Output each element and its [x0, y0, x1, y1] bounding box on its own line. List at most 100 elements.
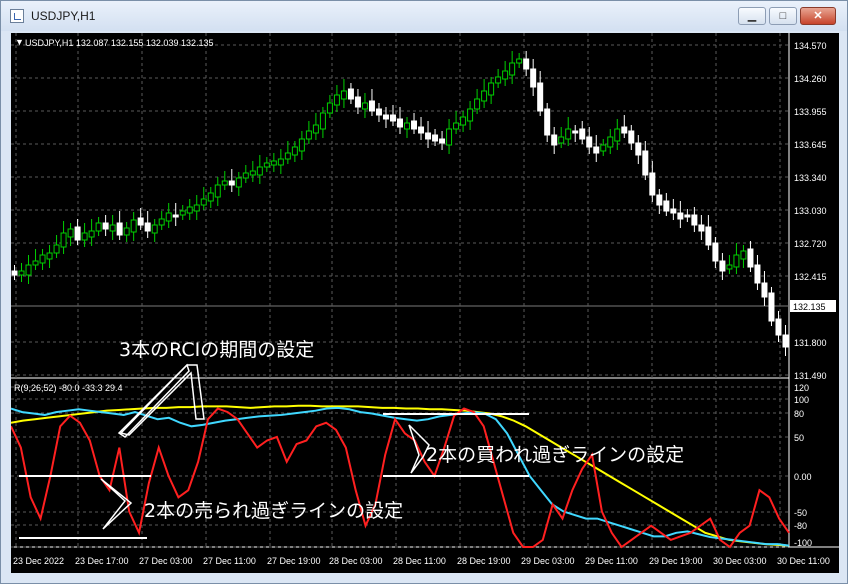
candle [705, 226, 712, 246]
candle [46, 252, 53, 260]
candle [565, 128, 572, 140]
indicator-tick-label: 50 [794, 433, 804, 443]
candle [432, 134, 439, 142]
candle [235, 177, 242, 188]
maximize-button[interactable]: □ [769, 7, 797, 25]
candle [186, 206, 193, 214]
candle [67, 228, 74, 238]
chart-window: USDJPY,H1 ▁ □ ✕ 134.570 134.260 133.955 133… [0, 0, 848, 584]
candle [474, 98, 481, 110]
candle [144, 222, 151, 232]
candle [368, 100, 375, 112]
candle [656, 194, 663, 206]
arrow-periods-left [117, 363, 190, 438]
candle [137, 217, 144, 226]
candle [425, 132, 432, 140]
candle [228, 180, 235, 186]
candle [467, 108, 474, 122]
indicator-tick-label: 120 [794, 383, 809, 393]
time-tick-label: 23 Dec 2022 [13, 556, 64, 566]
candle [340, 90, 347, 100]
candle [11, 270, 18, 276]
time-tick-label: 27 Dec 03:00 [139, 556, 193, 566]
minimize-button[interactable]: ▁ [738, 7, 766, 25]
indicator-tick-label: 80 [794, 409, 804, 419]
candle [39, 254, 46, 264]
chart-window-icon [10, 9, 24, 23]
candle [88, 230, 95, 238]
candle [663, 200, 670, 212]
time-tick-label: 23 Dec 17:00 [75, 556, 129, 566]
candle [446, 128, 453, 146]
time-tick-label: 29 Dec 03:00 [521, 556, 575, 566]
candle [284, 152, 291, 160]
arrow-oversold [100, 478, 133, 530]
candle [95, 222, 102, 232]
quick-menu-icon[interactable]: ▼ [15, 37, 24, 47]
candle [607, 136, 614, 148]
candle [761, 282, 768, 298]
candle [726, 264, 733, 270]
time-tick-label: 28 Dec 19:00 [457, 556, 511, 566]
candle [102, 222, 109, 230]
candle [256, 166, 263, 176]
chart-canvas[interactable]: 134.570 134.260 133.955 133.645 133.340 133.0… [10, 33, 839, 573]
candle [32, 260, 39, 266]
price-tick-label: 133.030 [794, 206, 827, 216]
price-tick-label: 134.570 [794, 41, 827, 51]
candle [263, 162, 270, 168]
candle [649, 172, 656, 196]
candle [375, 108, 382, 116]
candle [81, 232, 88, 241]
candle [768, 292, 775, 322]
annotation-overbought-lines: 2本の買われ過ぎラインの設定 [426, 444, 685, 466]
candle [326, 102, 333, 114]
candle [305, 130, 312, 140]
time-tick-label: 29 Dec 19:00 [649, 556, 703, 566]
candle [312, 124, 319, 134]
candle [733, 254, 740, 268]
candle [382, 114, 389, 120]
candle [277, 158, 284, 166]
indicator-tick-label: -50 [794, 508, 807, 518]
candle [586, 136, 593, 148]
candle [200, 198, 207, 206]
chart-area[interactable]: 134.570 134.260 133.955 133.645 133.340 133.0… [10, 33, 839, 573]
indicator-tick-label: -80 [794, 521, 807, 531]
candle [151, 224, 158, 234]
candle [411, 120, 418, 130]
indicator-info: R(9,26,52) -80.0 -33.3 29.4 [14, 383, 123, 393]
candle [361, 102, 368, 110]
time-tick-label: 30 Dec 03:00 [713, 556, 767, 566]
candle [214, 184, 221, 198]
candle [60, 232, 67, 248]
candle [389, 114, 396, 122]
candle [572, 130, 579, 134]
close-button[interactable]: ✕ [800, 7, 836, 25]
rci-short-line [10, 407, 790, 549]
candle [614, 128, 621, 142]
price-tick-label: 131.490 [794, 371, 827, 381]
candle [298, 138, 305, 152]
candle [719, 260, 726, 272]
candle [130, 219, 137, 233]
time-tick-label: 29 Dec 11:00 [585, 556, 638, 566]
candle [516, 58, 523, 64]
time-tick-label: 27 Dec 11:00 [203, 556, 256, 566]
candle [397, 118, 403, 128]
candle [123, 227, 130, 236]
candle [698, 224, 705, 232]
candle [354, 96, 361, 108]
candle [579, 128, 586, 140]
price-tick-label: 133.340 [794, 173, 827, 183]
candle [270, 160, 277, 166]
title-bar[interactable]: USDJPY,H1 ▁ □ ✕ [1, 1, 847, 31]
candle [628, 130, 635, 144]
candle [600, 144, 607, 152]
candle [158, 218, 165, 226]
candle [782, 334, 789, 348]
candle [691, 214, 698, 226]
price-tick-label: 134.260 [794, 74, 827, 84]
candle [207, 192, 214, 202]
candle [53, 244, 60, 254]
